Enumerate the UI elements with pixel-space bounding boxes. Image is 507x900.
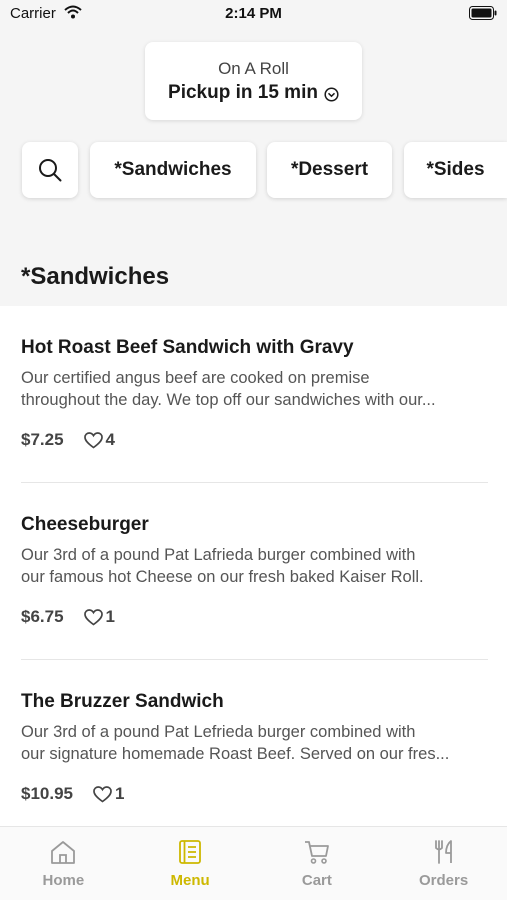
menu-list: Hot Roast Beef Sandwich with Gravy Our c…: [0, 306, 507, 826]
battery-icon: [469, 6, 497, 25]
category-chip-sides[interactable]: *Sides: [404, 142, 507, 198]
tab-label: Cart: [301, 872, 332, 889]
like-button[interactable]: 1: [83, 607, 116, 627]
item-description: Our certified angus beef are cooked on p…: [21, 369, 436, 409]
item-name: Hot Roast Beef Sandwich with Gravy: [21, 337, 354, 358]
category-chip-sandwiches[interactable]: *Sandwiches: [90, 142, 256, 198]
tab-cart[interactable]: Cart: [254, 827, 381, 900]
category-chip-dessert[interactable]: *Dessert: [267, 142, 392, 198]
search-icon: [39, 159, 62, 182]
store-pickup-card[interactable]: On A Roll Pickup in 15 min: [145, 42, 362, 120]
like-count: 1: [105, 607, 116, 626]
heart-icon: [83, 431, 103, 449]
chevron-down-circle-icon: [324, 86, 339, 102]
item-meta: $10.95 1: [21, 784, 124, 804]
store-name: On A Roll: [218, 59, 289, 78]
clock: 2:14 PM: [225, 5, 282, 22]
orders-icon: [434, 840, 452, 864]
menu-icon: [179, 840, 202, 864]
item-price: $6.75: [21, 607, 64, 626]
status-bar: Carrier 2:14 PM: [0, 0, 507, 30]
tab-home[interactable]: Home: [0, 827, 127, 900]
home-icon: [51, 841, 76, 864]
menu-item[interactable]: The Bruzzer Sandwich Our 3rd of a pound …: [0, 660, 507, 826]
pickup-selector[interactable]: Pickup in 15 min: [145, 82, 362, 104]
item-name: Cheeseburger: [21, 514, 149, 535]
tab-bar: Home Menu Cart Orders: [0, 826, 507, 900]
heart-icon: [83, 608, 103, 626]
tab-menu[interactable]: Menu: [127, 827, 254, 900]
item-description: Our 3rd of a pound Pat Lefrieda burger c…: [21, 723, 450, 763]
section-title: *Sandwiches: [21, 263, 170, 290]
tab-label: Menu: [170, 872, 210, 889]
item-description: Our 3rd of a pound Pat Lafrieda burger c…: [21, 546, 424, 586]
menu-item[interactable]: Hot Roast Beef Sandwich with Gravy Our c…: [0, 306, 507, 483]
tab-label: Home: [42, 872, 85, 889]
like-count: 1: [115, 784, 125, 803]
pickup-label: Pickup in 15 min: [168, 82, 318, 103]
item-name: The Bruzzer Sandwich: [21, 691, 224, 712]
item-price: $7.25: [21, 430, 64, 449]
tab-orders[interactable]: Orders: [380, 827, 507, 900]
menu-item[interactable]: Cheeseburger Our 3rd of a pound Pat Lafr…: [0, 483, 507, 660]
search-button[interactable]: [22, 142, 78, 198]
item-price: $10.95: [21, 784, 73, 803]
tab-label: Orders: [419, 872, 469, 889]
item-meta: $7.25 4: [21, 430, 115, 450]
like-button[interactable]: 4: [83, 430, 116, 450]
cart-icon: [304, 841, 329, 864]
heart-icon: [93, 785, 112, 803]
like-button[interactable]: 1: [93, 784, 124, 804]
like-count: 4: [105, 430, 116, 449]
item-meta: $6.75 1: [21, 607, 115, 627]
